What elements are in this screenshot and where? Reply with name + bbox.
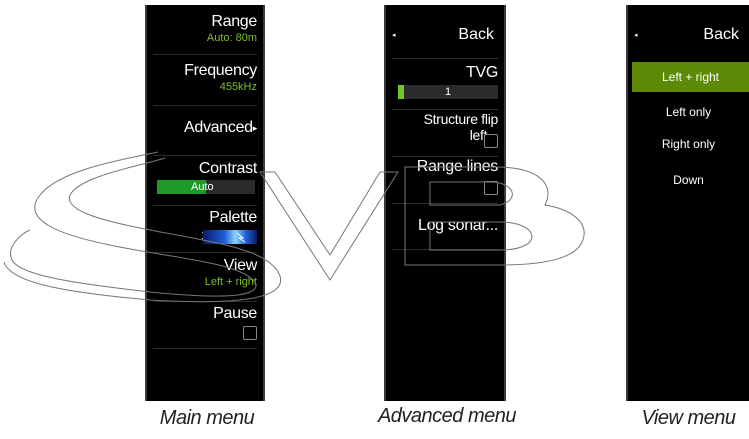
- view-menu-caption: View menu: [641, 407, 736, 429]
- tvg-value: 1: [444, 86, 452, 98]
- log-sonar-label: Log sonar...: [417, 217, 498, 234]
- contrast-menu-item[interactable]: Contrast Auto: [153, 160, 257, 206]
- palette-preview-icon: [203, 230, 257, 244]
- range-lines-checkbox[interactable]: [484, 181, 498, 195]
- contrast-value: Auto: [191, 181, 214, 193]
- advanced-menu-caption: Advanced menu: [377, 405, 517, 427]
- contrast-label: Contrast: [198, 160, 257, 177]
- pause-label: Pause: [213, 305, 257, 322]
- view-menu-panel: ◂ Back Left + right Left only Right only…: [626, 5, 749, 401]
- advanced-label: Advanced: [184, 119, 253, 136]
- range-menu-item[interactable]: Range Auto: 80m: [153, 13, 257, 55]
- view-value: Left + right: [204, 276, 257, 288]
- view-option-left-only[interactable]: Left only: [628, 97, 749, 127]
- structure-flip-menu-item[interactable]: Structure flip left...: [392, 111, 498, 157]
- structure-flip-label: Structure flip left...: [423, 111, 499, 143]
- pause-menu-item[interactable]: Pause: [153, 305, 257, 349]
- range-lines-label: Range lines: [416, 158, 499, 175]
- main-menu-panel: Range Auto: 80m Frequency 455kHz Advance…: [145, 5, 265, 401]
- frequency-menu-item[interactable]: Frequency 455kHz: [153, 62, 257, 106]
- advanced-menu-panel: ◂ Back TVG 1 Structure flip left... Rang…: [384, 5, 506, 401]
- range-value: Auto: 80m: [206, 32, 257, 44]
- palette-label: Palette: [209, 209, 257, 226]
- palette-menu-item[interactable]: Palette 1: [153, 209, 257, 253]
- log-sonar-menu-item[interactable]: Log sonar...: [392, 217, 498, 250]
- frequency-label: Frequency: [184, 62, 257, 79]
- view-option-left-right[interactable]: Left + right: [632, 62, 749, 92]
- pause-checkbox[interactable]: [243, 326, 257, 340]
- back-label: Back: [458, 26, 494, 43]
- tvg-slider[interactable]: 1: [398, 85, 498, 99]
- contrast-slider[interactable]: Auto: [157, 180, 255, 194]
- main-menu-caption: Main menu: [159, 407, 255, 429]
- back-label: Back: [703, 26, 739, 43]
- back-arrow-icon: ◂: [634, 32, 638, 39]
- range-lines-menu-item[interactable]: Range lines: [392, 158, 498, 204]
- back-button[interactable]: ◂ Back: [392, 26, 494, 48]
- view-option-down[interactable]: Down: [628, 165, 749, 195]
- view-label: View: [223, 257, 258, 274]
- range-label: Range: [211, 13, 257, 30]
- submenu-arrow-icon: ▸: [252, 123, 258, 133]
- tvg-label: TVG: [466, 64, 498, 81]
- advanced-menu-item[interactable]: Advanced▸: [153, 119, 257, 156]
- back-button[interactable]: ◂ Back: [634, 26, 739, 48]
- frequency-value: 455kHz: [219, 81, 257, 93]
- back-arrow-icon: ◂: [392, 32, 396, 39]
- structure-flip-checkbox[interactable]: [484, 134, 498, 148]
- view-menu-item[interactable]: View Left + right: [153, 257, 257, 302]
- view-option-right-only[interactable]: Right only: [628, 129, 749, 159]
- tvg-menu-item[interactable]: TVG 1: [392, 58, 498, 110]
